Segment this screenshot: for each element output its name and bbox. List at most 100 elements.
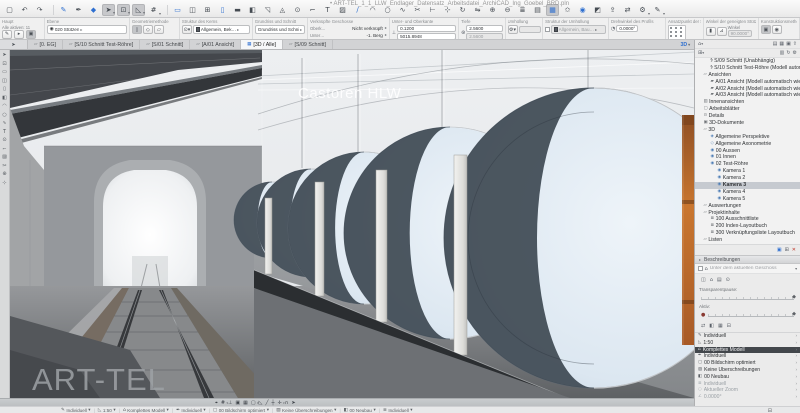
gear-button[interactable]: ⚙▾ bbox=[508, 25, 518, 34]
dimension-tool-icon[interactable]: ⌐ bbox=[306, 4, 319, 16]
quick-option-graphic-overrides[interactable]: ▨Keine Überschreibungen› bbox=[695, 367, 800, 374]
veneer-dropdown[interactable]: Allgemein, Bau…▸ bbox=[551, 25, 606, 34]
switch-reference-icon[interactable]: ⇄ bbox=[701, 323, 705, 329]
toolbox-zoom-tool[interactable]: ⊕ bbox=[2, 172, 6, 177]
cursor-snap-icon[interactable]: ✛▾ bbox=[277, 400, 281, 406]
tree-item-ansichten[interactable]: ▱Ansichten bbox=[695, 72, 800, 79]
toolbox-circle-tool[interactable]: ○ bbox=[2, 113, 6, 118]
arrow-button[interactable]: ▸ bbox=[14, 30, 24, 39]
method-core-button[interactable]: ◉ bbox=[772, 25, 782, 34]
toolbox-text-tool[interactable]: T bbox=[3, 130, 6, 135]
selection-button[interactable]: ▣ bbox=[26, 30, 36, 39]
toolbox-slab-tool[interactable]: ◧ bbox=[2, 96, 7, 101]
trace-reference-icon[interactable]: ◫ bbox=[701, 277, 706, 283]
snap-points-icon[interactable]: ▦ bbox=[243, 400, 248, 406]
value-field-top[interactable]: 0.1200 bbox=[397, 25, 456, 32]
slider-thumb-icon[interactable]: ◆ bbox=[792, 294, 796, 300]
toolbox-split-tool[interactable]: ✂ bbox=[2, 164, 6, 169]
toolbox-arrow-tool[interactable]: ➤ bbox=[2, 53, 6, 58]
bottom-quick-graphic-overrides[interactable]: ▨Keine Überschreibungen▾ bbox=[273, 407, 339, 413]
wall-tool-icon[interactable]: ▭ bbox=[171, 4, 184, 16]
core-pen-button[interactable]: ⊙▾ bbox=[182, 25, 192, 34]
redo-icon[interactable]: ↷ bbox=[33, 4, 46, 16]
delete-viewpoint-icon[interactable]: ✕ bbox=[792, 247, 796, 253]
render-icon[interactable]: ◩ bbox=[591, 4, 604, 16]
slider-thumb-icon[interactable]: ◆ bbox=[792, 311, 796, 317]
slab-tool-icon[interactable]: ◧ bbox=[246, 4, 259, 16]
tab-0-eg[interactable]: ▱[0. EG] bbox=[28, 40, 63, 49]
tree-item-kamera-3[interactable]: ◉Kamera 3 bbox=[695, 182, 800, 189]
tree-item-s-09-schnitt-unabh-ngig-[interactable]: §S/09 Schnitt (Unabhängig) bbox=[695, 58, 800, 65]
layout-book-icon[interactable]: ▣ bbox=[786, 41, 791, 47]
tree-item-kamera-5[interactable]: ◉Kamera 5 bbox=[695, 196, 800, 203]
empty-field[interactable] bbox=[519, 26, 541, 33]
pillar-1[interactable] bbox=[265, 198, 272, 274]
beschreibungen-header[interactable]: ▸ Beschreibungen bbox=[695, 255, 800, 264]
tree-item-3d-dokumente[interactable]: ▣3D-Dokumente bbox=[695, 120, 800, 127]
tab-3d-alle[interactable]: ▦[3D / Alle] bbox=[241, 40, 283, 49]
map-view-icon[interactable]: ▤ bbox=[773, 41, 778, 47]
tree-item-details[interactable]: ⊙Details bbox=[695, 113, 800, 120]
tree-item-projektinhalte[interactable]: ▱Projektinhalte bbox=[695, 210, 800, 217]
lasso-select-icon[interactable]: ◺▾ bbox=[132, 4, 145, 16]
pillar-2[interactable] bbox=[315, 182, 324, 296]
linked-story-row-2[interactable]: Unter…-1. Berg▸ bbox=[310, 32, 387, 39]
roof-tool-icon[interactable]: ◹ bbox=[261, 4, 274, 16]
tree-options-icon[interactable]: ⊞▾ bbox=[698, 50, 704, 56]
dropdown-field[interactable]: ◉020 Stützen▸ bbox=[47, 25, 127, 34]
toolbox-move-tool[interactable]: ⊹ bbox=[2, 181, 6, 186]
printer-icon[interactable]: ⊟ bbox=[768, 408, 772, 413]
quick-option-pen-set[interactable]: ✎Individuell› bbox=[695, 333, 800, 340]
object-tool-icon[interactable]: ⊙ bbox=[291, 4, 304, 16]
bottom-quick-structure-display[interactable]: ⌂Komplettes Modell▾ bbox=[120, 407, 172, 413]
door-tool-icon[interactable]: ◫ bbox=[186, 4, 199, 16]
refresh-icon[interactable]: ↻ bbox=[786, 50, 790, 56]
pillar-3[interactable] bbox=[376, 170, 387, 322]
tree-item-100-ausschnittliste[interactable]: ≣100 Ausschnittliste bbox=[695, 216, 800, 223]
teamwork-icon[interactable]: ⇄ bbox=[621, 4, 634, 16]
tree-item-kamera-1[interactable]: ◉Kamera 1 bbox=[695, 168, 800, 175]
snap-grid-icon[interactable]: #▾ bbox=[221, 400, 225, 406]
new-viewpoint-icon[interactable]: ▣ bbox=[777, 247, 782, 253]
camera-icon[interactable]: ◉ bbox=[576, 4, 589, 16]
tree-item-allgemeine-axonometrie[interactable]: ◇Allgemeine Axonometrie bbox=[695, 141, 800, 148]
arrow-tool-icon[interactable]: ➤▾ bbox=[102, 4, 115, 16]
project-chooser-icon[interactable]: ⌂▾ bbox=[698, 41, 703, 47]
linked-story-row-1[interactable]: Oberk…Nicht verknüpft▸ bbox=[310, 25, 387, 32]
dropdown-field[interactable]: Grundriss und Schnitt…▸ bbox=[255, 25, 305, 34]
stories-ref-icon[interactable]: ▤ bbox=[717, 277, 722, 283]
tree-item-auswertungen[interactable]: ▱Auswertungen bbox=[695, 203, 800, 210]
vertical-column-button[interactable]: ▯ bbox=[132, 25, 142, 34]
toolbox-arc-tool[interactable]: ◠ bbox=[2, 104, 6, 109]
pillar-4[interactable] bbox=[454, 155, 467, 355]
toolbox-column-tool[interactable]: ▯ bbox=[3, 87, 6, 92]
toolbox-spline-tool[interactable]: ∿ bbox=[2, 121, 6, 126]
tree-item-allgemeine-perspektive[interactable]: ◈Allgemeine Perspektive bbox=[695, 134, 800, 141]
home-story-icon[interactable]: ⌂ bbox=[710, 277, 713, 283]
tree-item-a-03-ansicht-modell-auto[interactable]: ▰A/03 Ansicht (Modell automatisch wieder… bbox=[695, 92, 800, 99]
relative-coords-icon[interactable]: ◺ bbox=[259, 400, 263, 406]
angle-field[interactable]: 0.0000° bbox=[616, 25, 638, 32]
tab-s-01-schnitt[interactable]: ▱[S/01 Schnitt] bbox=[140, 40, 190, 49]
tree-item-00-aussen[interactable]: ◉00 Aussen bbox=[695, 148, 800, 155]
active-slider[interactable]: ◆ bbox=[708, 314, 794, 317]
viewmap-icon[interactable]: ▦ bbox=[779, 41, 784, 47]
element-snap-icon[interactable]: ▣ bbox=[235, 400, 240, 406]
tree-item-3d[interactable]: ▱3D bbox=[695, 127, 800, 134]
tree-item-kamera-2[interactable]: ◉Kamera 2 bbox=[695, 175, 800, 182]
viewport-3d[interactable]: Castoren HLW ART-TEL bbox=[10, 50, 694, 398]
properties-icon[interactable]: ⚙ bbox=[793, 50, 797, 56]
material-dropdown[interactable]: Allgemein, Bek…▸ bbox=[193, 25, 250, 34]
toolbox-object-tool[interactable]: ⊙ bbox=[2, 138, 6, 143]
new-document-icon[interactable]: ▢ bbox=[3, 4, 16, 16]
tab-s-10-schnitt-test-r-hre[interactable]: ▱[S/10 Schnitt Test-Röhre] bbox=[63, 40, 140, 49]
tab-s-09-schnitt[interactable]: ▱[S/09 Schnitt] bbox=[283, 40, 333, 49]
quick-option-structure-display[interactable]: ⌂Komplettes Modell› bbox=[695, 347, 800, 354]
beam-tool-icon[interactable]: ▬ bbox=[231, 4, 244, 16]
orange-column[interactable] bbox=[682, 115, 694, 345]
pen-sets-icon[interactable]: ✎▾ bbox=[651, 4, 664, 16]
undo-icon[interactable]: ↶ bbox=[18, 4, 31, 16]
mesh-tool-icon[interactable]: ◬ bbox=[276, 4, 289, 16]
toolbox-fill-tool[interactable]: ▨ bbox=[2, 155, 7, 160]
pen-button[interactable]: ✎ bbox=[2, 30, 12, 39]
